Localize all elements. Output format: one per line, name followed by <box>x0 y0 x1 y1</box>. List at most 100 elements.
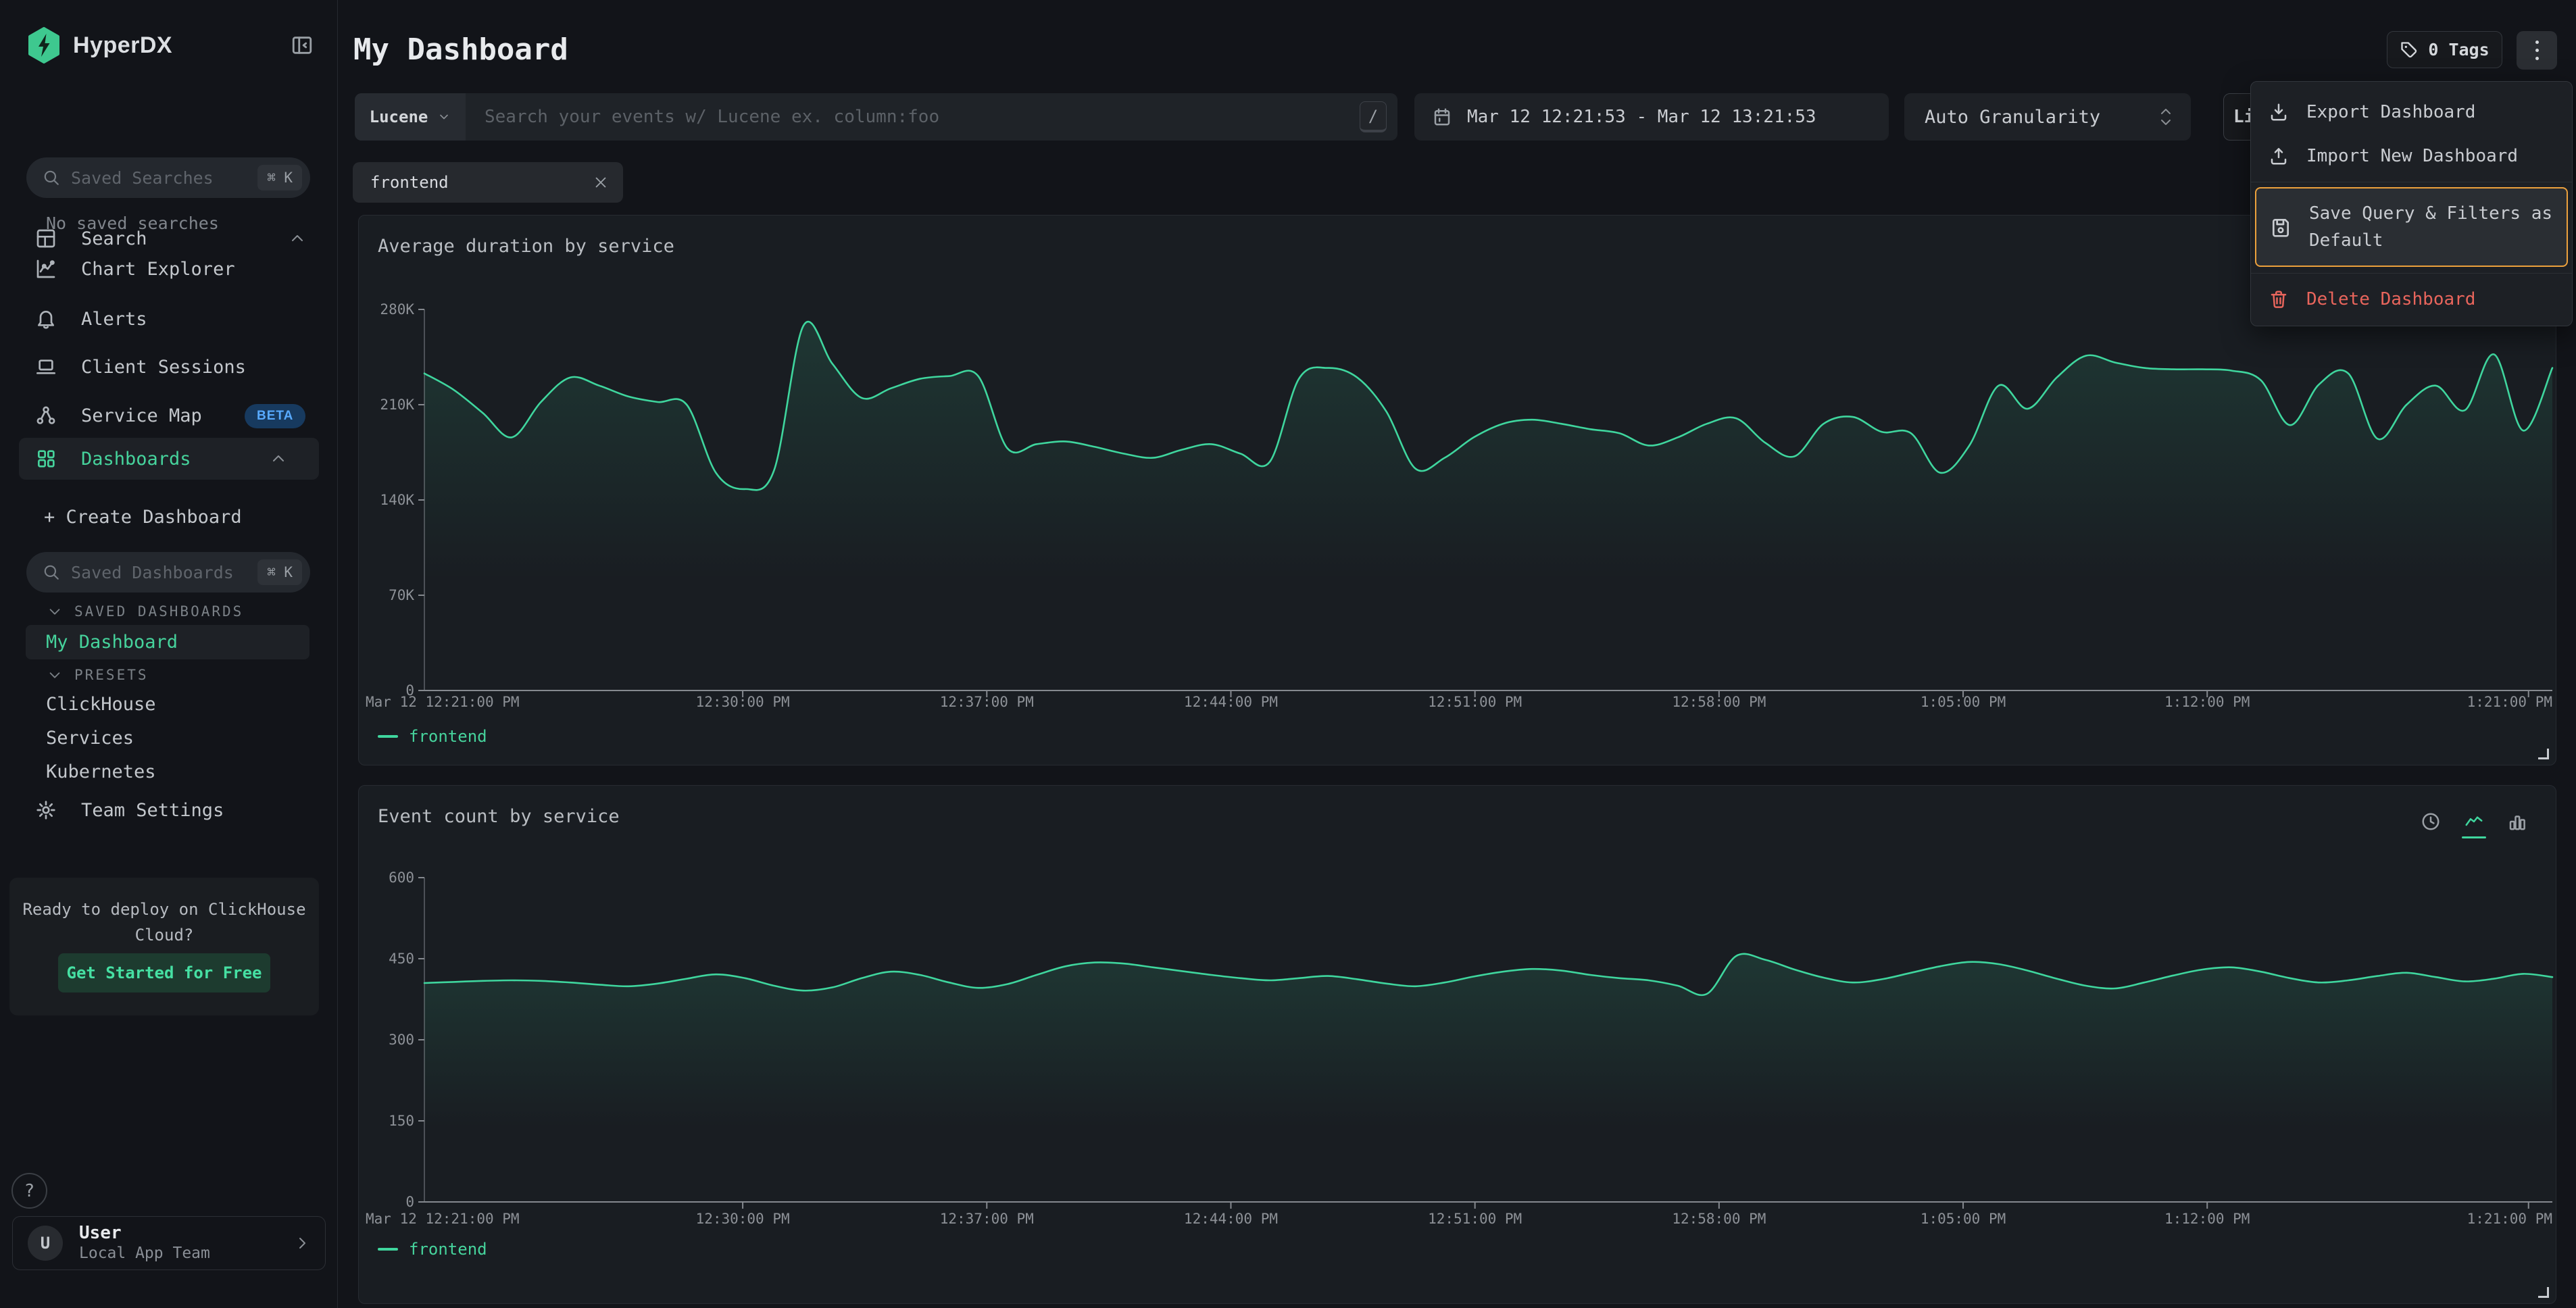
chevron-up-icon <box>270 451 287 467</box>
sidebar-item-label: Alerts <box>81 309 147 330</box>
legend-line-swatch <box>378 1248 398 1251</box>
close-icon[interactable] <box>593 175 608 190</box>
calendar-icon <box>1432 107 1452 127</box>
menu-item-label: Import New Dashboard <box>2306 146 2518 166</box>
chart-legend[interactable]: frontend <box>378 727 487 746</box>
menu-item-label-line1: Save Query & Filters as <box>2309 203 2552 224</box>
create-dashboard-button[interactable]: + Create Dashboard <box>44 507 242 528</box>
granularity-select[interactable]: Auto Granularity <box>1904 93 2191 141</box>
sidebar-item-clickhouse[interactable]: ClickHouse <box>46 694 156 715</box>
chevron-down-icon <box>47 668 62 682</box>
chart-card-event-count: Event count by service 0150300450600Mar … <box>358 785 2556 1304</box>
sidebar-item-team-settings[interactable]: Team Settings <box>0 789 338 831</box>
menu-item-label: Export Dashboard <box>2306 102 2475 122</box>
user-menu[interactable]: U User Local App Team <box>12 1216 326 1270</box>
event-search-input[interactable] <box>466 107 1360 127</box>
svg-text:600: 600 <box>389 870 414 886</box>
legend-label: frontend <box>409 727 487 746</box>
saved-dashboards-input[interactable]: ⌘ K <box>26 552 310 593</box>
sidebar-item-services[interactable]: Services <box>46 728 134 749</box>
section-presets[interactable]: PRESETS <box>47 667 149 683</box>
sidebar-item-my-dashboard[interactable]: My Dashboard <box>26 625 309 659</box>
filter-chip-frontend[interactable]: frontend <box>353 162 623 203</box>
menu-divider <box>2251 273 2572 274</box>
granularity-value: Auto Granularity <box>1925 107 2100 128</box>
menu-item-export-dashboard[interactable]: Export Dashboard <box>2251 91 2572 133</box>
no-saved-searches-text: No saved searches <box>46 213 219 233</box>
svg-text:300: 300 <box>389 1032 414 1048</box>
saved-searches-field[interactable] <box>71 168 257 188</box>
chart-legend[interactable]: frontend <box>378 1240 487 1259</box>
page-title: My Dashboard <box>353 32 568 67</box>
sidebar-item-label: Team Settings <box>81 800 224 821</box>
legend-label: frontend <box>409 1240 487 1259</box>
section-label-text: SAVED DASHBOARDS <box>74 603 243 620</box>
slash-shortcut-badge: / <box>1360 101 1387 132</box>
tags-button[interactable]: 0 Tags <box>2387 31 2502 68</box>
sidebar-item-dashboards[interactable]: Dashboards <box>19 438 319 480</box>
get-started-button[interactable]: Get Started for Free <box>58 953 270 992</box>
chevron-right-icon <box>294 1235 310 1251</box>
svg-text:280K: 280K <box>380 301 414 318</box>
laptop-icon <box>35 356 57 378</box>
chevron-up-icon <box>289 230 305 247</box>
lucene-label: Lucene <box>370 107 428 126</box>
svg-text:12:37:00 PM: 12:37:00 PM <box>940 694 1034 710</box>
svg-text:12:30:00 PM: 12:30:00 PM <box>696 694 790 710</box>
resize-handle-icon[interactable] <box>2538 1287 2549 1298</box>
svg-text:450: 450 <box>389 951 414 967</box>
search-icon <box>43 169 60 186</box>
chevron-down-icon <box>437 110 451 124</box>
svg-text:0: 0 <box>405 1194 414 1210</box>
svg-text:12:51:00 PM: 12:51:00 PM <box>1428 694 1522 710</box>
tags-count-label: 0 Tags <box>2428 40 2489 59</box>
event-search-bar: Lucene / <box>355 93 1397 141</box>
sidebar-item-client-sessions[interactable]: Client Sessions <box>0 346 338 388</box>
menu-item-delete-dashboard[interactable]: Delete Dashboard <box>2251 280 2572 319</box>
chevron-down-icon <box>47 604 62 619</box>
line-chart-event-count[interactable]: 0150300450600Mar 12 12:21:00 PM12:30:00 … <box>359 786 2557 1305</box>
filter-chip-label: frontend <box>370 173 449 192</box>
svg-text:12:44:00 PM: 12:44:00 PM <box>1184 1211 1278 1227</box>
sidebar-item-label: Chart Explorer <box>81 259 235 280</box>
date-range-picker[interactable]: Mar 12 12:21:53 - Mar 12 13:21:53 <box>1414 93 1889 141</box>
sidebar-item-chart-explorer[interactable]: Chart Explorer <box>0 248 338 290</box>
legend-line-swatch <box>378 735 398 738</box>
svg-text:Mar 12 12:21:00 PM: Mar 12 12:21:00 PM <box>366 1211 520 1227</box>
save-icon <box>2270 216 2292 238</box>
sidebar-item-label: Dashboards <box>81 449 191 470</box>
promo-text-line2: Cloud? <box>9 922 319 948</box>
sidebar-collapse-icon[interactable] <box>291 34 314 57</box>
svg-text:70K: 70K <box>389 587 414 603</box>
dashboard-menu-button[interactable] <box>2517 31 2557 70</box>
svg-text:12:51:00 PM: 12:51:00 PM <box>1428 1211 1522 1227</box>
sidebar-item-alerts[interactable]: Alerts <box>0 298 338 340</box>
svg-text:12:44:00 PM: 12:44:00 PM <box>1184 694 1278 710</box>
lucene-mode-select[interactable]: Lucene <box>355 93 466 141</box>
gear-icon <box>35 799 57 821</box>
svg-text:140K: 140K <box>380 492 414 508</box>
help-button[interactable]: ? <box>11 1173 47 1209</box>
saved-searches-input[interactable]: ⌘ K <box>26 157 310 198</box>
svg-text:1:05:00 PM: 1:05:00 PM <box>1921 694 2006 710</box>
sidebar-item-kubernetes[interactable]: Kubernetes <box>46 761 156 782</box>
promo-text-line1: Ready to deploy on ClickHouse <box>9 897 319 922</box>
saved-dashboards-field[interactable] <box>71 563 257 582</box>
trash-icon <box>2269 289 2289 309</box>
line-chart-avg-duration[interactable]: 070K140K210K280KMar 12 12:21:00 PM12:30:… <box>359 216 2557 766</box>
menu-item-import-dashboard[interactable]: Import New Dashboard <box>2251 135 2572 177</box>
bell-icon <box>35 308 57 330</box>
dashboards-grid-icon <box>35 448 57 470</box>
section-saved-dashboards[interactable]: SAVED DASHBOARDS <box>47 603 243 620</box>
shortcut-badge: ⌘ K <box>257 559 302 585</box>
svg-text:12:58:00 PM: 12:58:00 PM <box>1672 694 1766 710</box>
svg-text:150: 150 <box>389 1113 414 1129</box>
svg-text:Mar 12 12:21:00 PM: Mar 12 12:21:00 PM <box>366 694 520 710</box>
menu-item-save-query-default[interactable]: Save Query & Filters as Default <box>2255 187 2568 267</box>
resize-handle-icon[interactable] <box>2538 749 2549 759</box>
user-team: Local App Team <box>79 1243 210 1263</box>
upload-icon <box>2269 146 2289 166</box>
app-logo[interactable]: HyperDX <box>27 27 172 64</box>
svg-text:1:05:00 PM: 1:05:00 PM <box>1921 1211 2006 1227</box>
svg-text:12:58:00 PM: 12:58:00 PM <box>1672 1211 1766 1227</box>
